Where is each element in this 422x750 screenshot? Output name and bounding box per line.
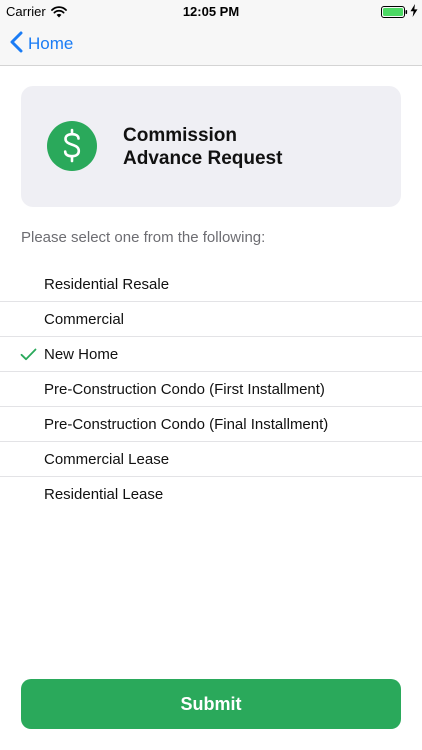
- title-line-2: Advance Request: [123, 148, 283, 169]
- back-button[interactable]: Home: [10, 31, 73, 57]
- option-label: Residential Lease: [44, 486, 164, 503]
- dollar-icon: [47, 121, 97, 171]
- selection-prompt: Please select one from the following:: [21, 229, 266, 246]
- submit-button[interactable]: Submit: [21, 679, 401, 729]
- chevron-left-icon: [10, 31, 23, 58]
- request-card: Commission Advance Request: [21, 86, 401, 207]
- option-new-home[interactable]: New Home: [0, 337, 422, 372]
- charging-icon: [410, 4, 418, 22]
- status-bar: Carrier 12:05 PM: [0, 0, 422, 22]
- option-residential-resale[interactable]: Residential Resale: [0, 267, 422, 302]
- page-title: Commission Advance Request: [123, 124, 282, 170]
- option-list: Residential Resale Commercial New Home P…: [0, 267, 422, 512]
- navigation-bar: Home: [0, 22, 422, 66]
- option-label: Pre-Construction Condo (First Installmen…: [44, 381, 325, 398]
- battery-icon: [381, 5, 408, 23]
- option-label: New Home: [44, 346, 119, 363]
- option-pre-construction-final[interactable]: Pre-Construction Condo (Final Installmen…: [0, 407, 422, 442]
- option-label: Pre-Construction Condo (Final Installmen…: [44, 416, 329, 433]
- option-commercial[interactable]: Commercial: [0, 302, 422, 337]
- checkmark-icon: [20, 348, 37, 366]
- option-residential-lease[interactable]: Residential Lease: [0, 477, 422, 512]
- option-label: Commercial Lease: [44, 451, 170, 468]
- back-label: Home: [28, 34, 74, 53]
- clock: 12:05 PM: [182, 4, 240, 19]
- option-label: Residential Resale: [44, 276, 170, 293]
- option-pre-construction-first[interactable]: Pre-Construction Condo (First Installmen…: [0, 372, 422, 407]
- option-commercial-lease[interactable]: Commercial Lease: [0, 442, 422, 477]
- option-label: Commercial: [44, 311, 125, 328]
- title-line-1: Commission: [123, 125, 238, 146]
